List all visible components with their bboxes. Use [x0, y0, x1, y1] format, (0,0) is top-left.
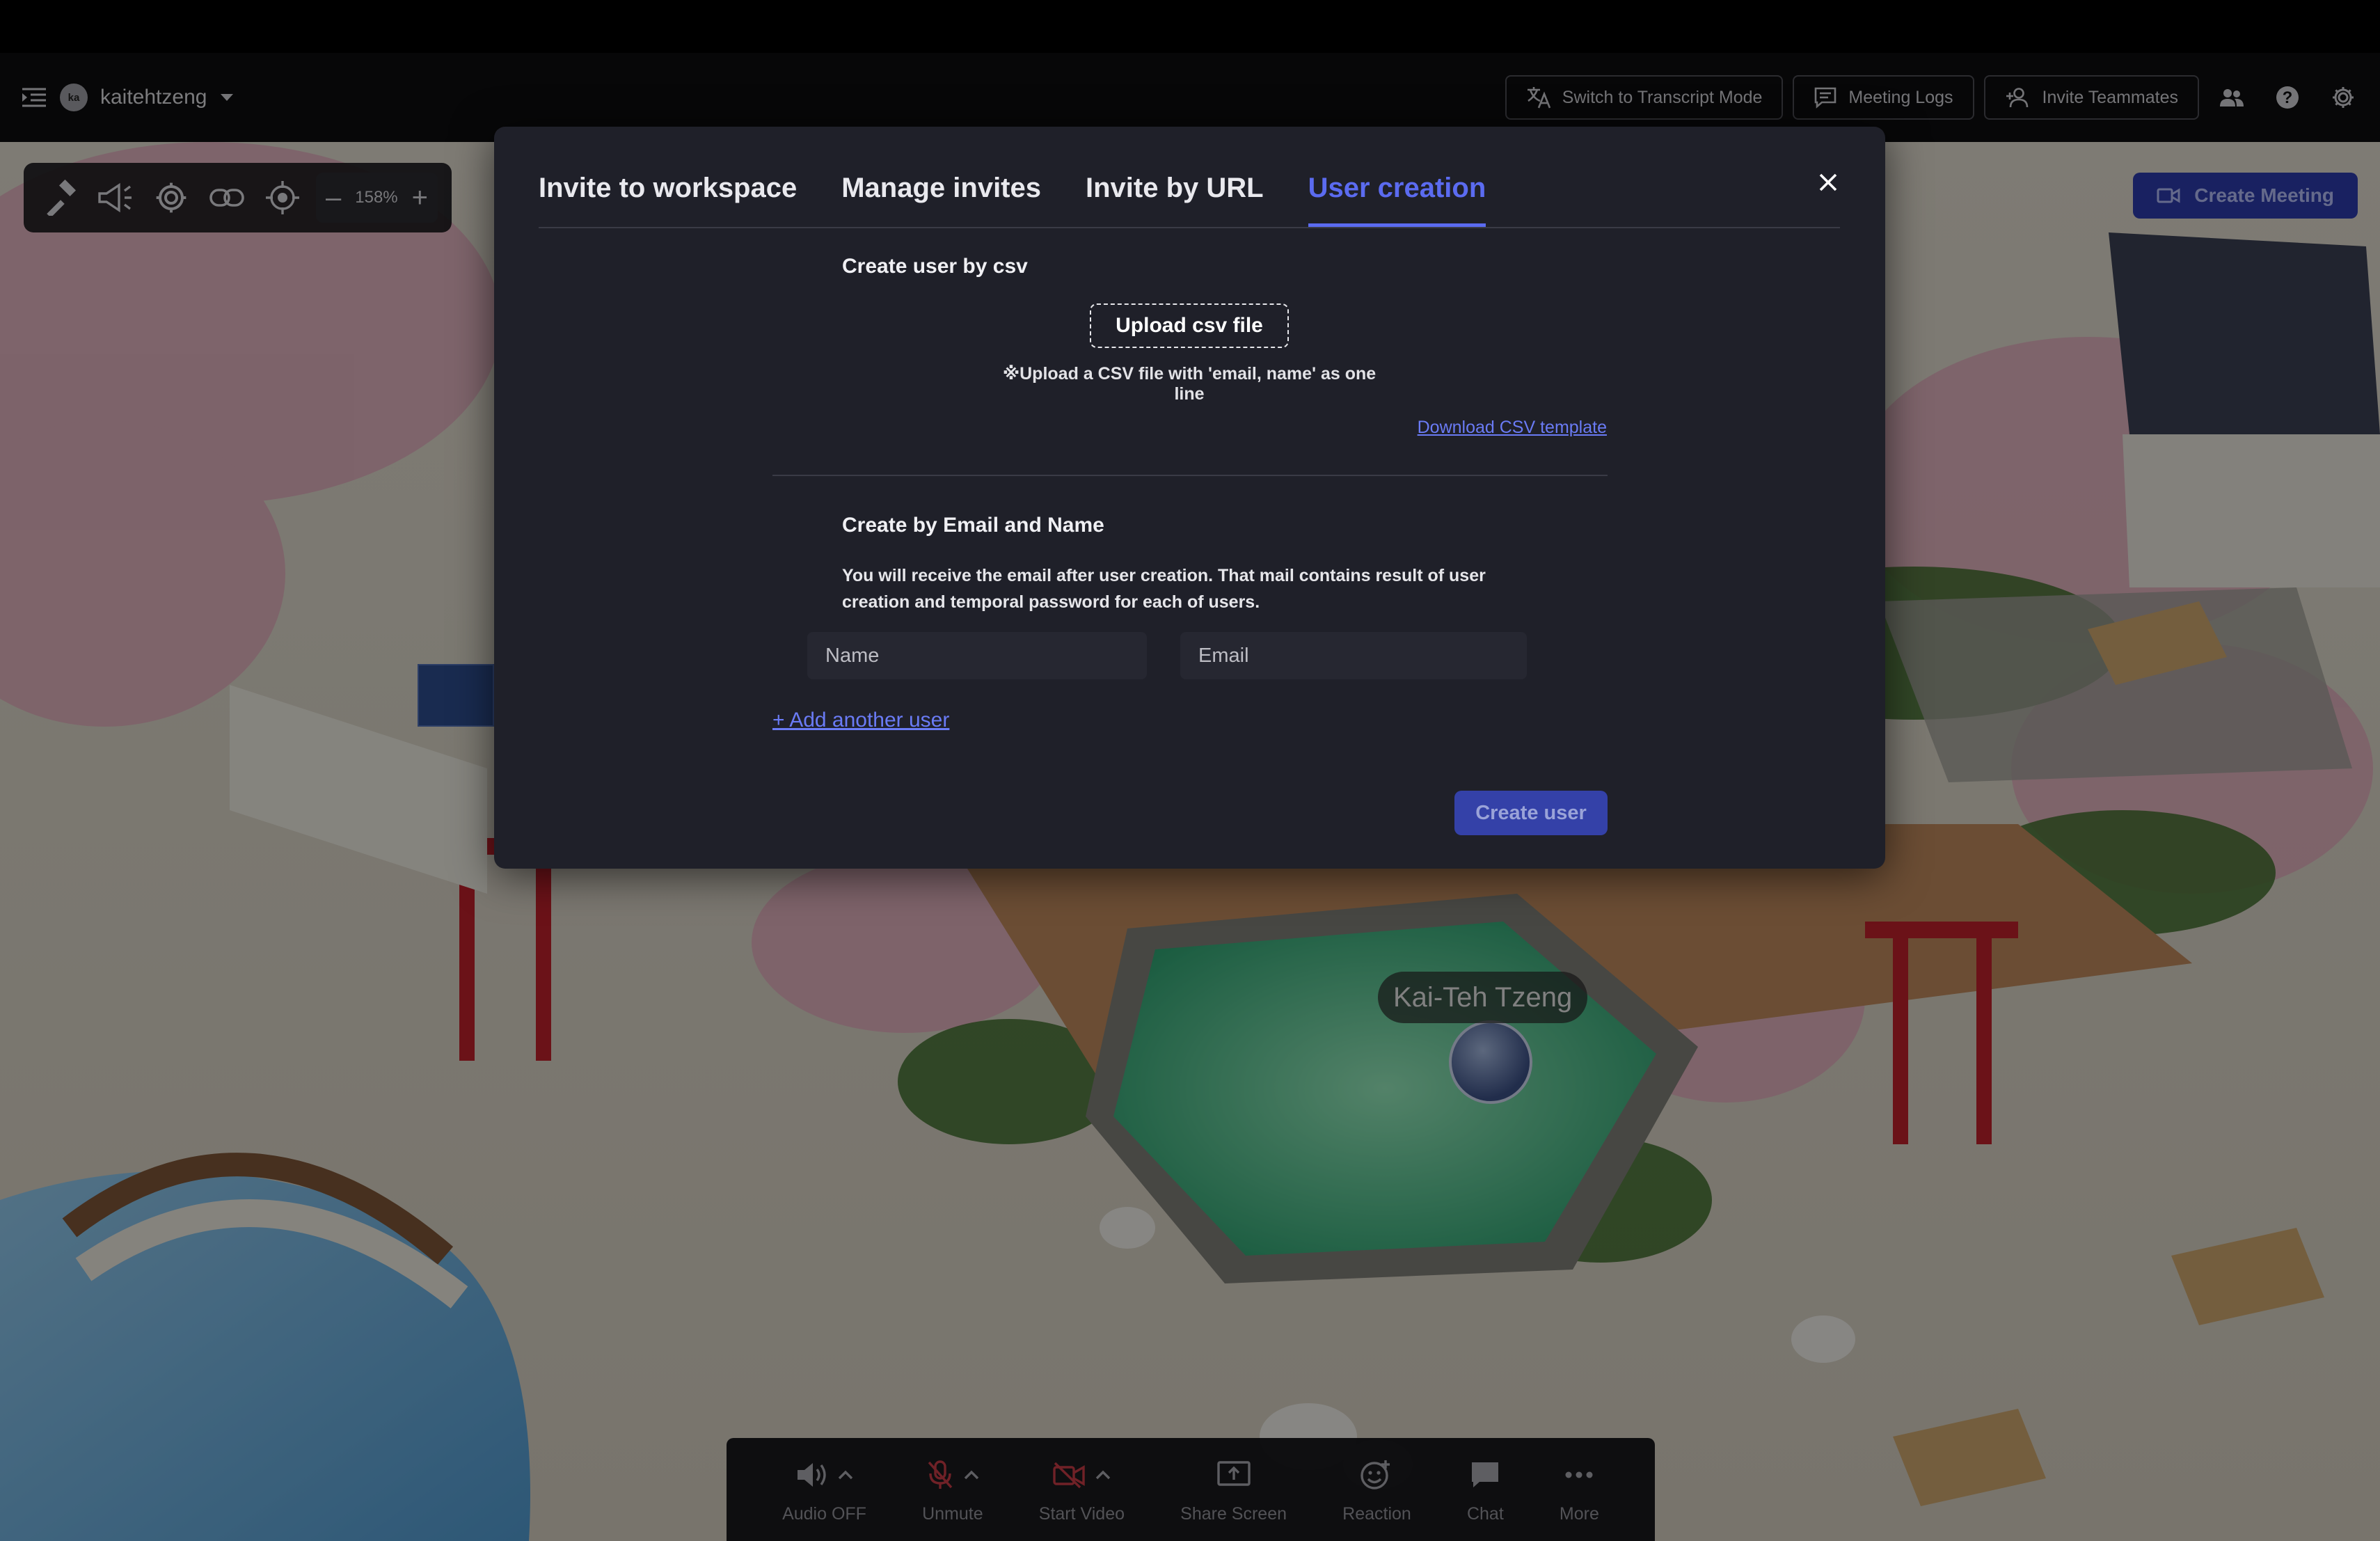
tab-invite-by-url[interactable]: Invite by URL — [1086, 173, 1264, 228]
link-icon — [209, 187, 245, 209]
create-user-button[interactable]: Create user — [1454, 791, 1608, 835]
more-label: More — [1559, 1503, 1599, 1524]
share-screen-control[interactable]: Share Screen — [1180, 1455, 1287, 1524]
map-screen-panel[interactable] — [418, 664, 494, 727]
mic-control-label: Unmute — [922, 1503, 983, 1524]
header-left: ka kaitehtzeng — [21, 53, 235, 142]
email-section-title: Create by Email and Name — [842, 514, 1104, 537]
invite-teammates-button[interactable]: Invite Teammates — [1983, 75, 2199, 120]
translate-icon — [1526, 86, 1551, 109]
username-label[interactable]: kaitehtzeng — [100, 86, 207, 109]
video-control-label: Start Video — [1038, 1503, 1125, 1524]
people-icon — [2219, 87, 2244, 108]
section-divider — [772, 475, 1608, 476]
settings-button[interactable] — [2320, 75, 2366, 120]
add-another-user-link[interactable]: + Add another user — [772, 709, 949, 732]
video-camera-icon — [2157, 187, 2180, 204]
email-input[interactable] — [1180, 632, 1527, 679]
transcript-mode-label: Switch to Transcript Mode — [1562, 87, 1763, 107]
reaction-label: Reaction — [1342, 1503, 1411, 1524]
locate-me-button[interactable] — [260, 175, 305, 220]
video-off-icon — [1052, 1461, 1086, 1489]
player-name-tag: Kai-Teh Tzeng — [1378, 972, 1588, 1023]
tab-manage-invites[interactable]: Manage invites — [841, 173, 1041, 228]
chat-label: Chat — [1466, 1503, 1504, 1524]
invite-modal: Invite to workspace Manage invites Invit… — [494, 127, 1885, 869]
media-controls-bar: Audio OFF Unmute Start Video Share Scree… — [727, 1438, 1655, 1541]
emoji-add-icon — [1359, 1459, 1394, 1491]
announce-button[interactable] — [93, 175, 138, 220]
members-button[interactable] — [2209, 75, 2255, 120]
gear-icon — [2331, 85, 2356, 110]
chat-icon — [1470, 1460, 1500, 1489]
modal-tabs: Invite to workspace Manage invites Invit… — [539, 173, 1486, 228]
zoom-control: – 158% + — [316, 173, 438, 223]
close-icon — [1818, 173, 1838, 192]
video-control[interactable]: Start Video — [1039, 1455, 1125, 1524]
user-avatar[interactable]: ka — [60, 84, 88, 111]
map-settings-button[interactable] — [149, 175, 193, 220]
speaker-icon — [796, 1461, 828, 1489]
chevron-up-icon[interactable] — [964, 1470, 979, 1480]
help-button[interactable]: ? — [2264, 75, 2310, 120]
share-screen-label: Share Screen — [1180, 1503, 1287, 1524]
chat-control[interactable]: Chat — [1467, 1455, 1504, 1524]
top-black-strip — [0, 0, 2380, 53]
mic-off-icon — [926, 1460, 954, 1490]
copy-link-button[interactable] — [205, 175, 249, 220]
mic-control[interactable]: Unmute — [922, 1455, 983, 1524]
sidebar-toggle-icon[interactable] — [21, 87, 47, 108]
csv-section-title: Create user by csv — [842, 255, 1028, 278]
player-avatar[interactable] — [1449, 1020, 1532, 1104]
meeting-logs-button[interactable]: Meeting Logs — [1793, 75, 1974, 120]
help-icon: ? — [2275, 85, 2300, 110]
add-person-icon — [2005, 86, 2031, 109]
tab-user-creation[interactable]: User creation — [1308, 173, 1486, 228]
audio-control[interactable]: Audio OFF — [782, 1455, 866, 1524]
create-meeting-label: Create Meeting — [2194, 184, 2334, 206]
tabs-divider — [539, 227, 1840, 228]
map-toolbar: – 158% + — [24, 163, 452, 232]
more-dots-icon — [1564, 1471, 1594, 1479]
build-tool-button[interactable] — [38, 175, 82, 220]
transcript-mode-button[interactable]: Switch to Transcript Mode — [1505, 75, 1784, 120]
user-creation-info: You will receive the email after user cr… — [842, 566, 1486, 612]
upload-csv-button[interactable]: Upload csv file — [1090, 303, 1289, 348]
audio-control-label: Audio OFF — [782, 1503, 866, 1524]
meeting-logs-label: Meeting Logs — [1848, 87, 1953, 107]
invite-teammates-label: Invite Teammates — [2042, 87, 2178, 107]
zoom-level: 158% — [355, 188, 398, 207]
zoom-in-button[interactable]: + — [412, 182, 428, 214]
gear-icon — [154, 181, 188, 214]
zoom-out-button[interactable]: – — [326, 182, 341, 214]
more-control[interactable]: More — [1560, 1455, 1599, 1524]
message-log-icon — [1814, 86, 1837, 109]
hammer-icon — [42, 180, 78, 216]
reaction-control[interactable]: Reaction — [1342, 1455, 1411, 1524]
upload-csv-hint: ※Upload a CSV file with 'email, name' as… — [1002, 364, 1377, 404]
megaphone-icon — [97, 181, 134, 214]
chevron-down-icon[interactable] — [219, 93, 235, 102]
crosshair-icon — [264, 180, 301, 216]
share-screen-icon — [1216, 1460, 1251, 1489]
chevron-up-icon[interactable] — [838, 1470, 853, 1480]
create-meeting-button[interactable]: Create Meeting — [2133, 173, 2358, 219]
chevron-up-icon[interactable] — [1095, 1470, 1111, 1480]
close-button[interactable] — [1811, 166, 1845, 199]
tab-invite-to-workspace[interactable]: Invite to workspace — [539, 173, 797, 228]
svg-text:?: ? — [2283, 88, 2293, 107]
name-input[interactable] — [807, 632, 1147, 679]
download-csv-template-link[interactable]: Download CSV template — [1418, 418, 1607, 438]
